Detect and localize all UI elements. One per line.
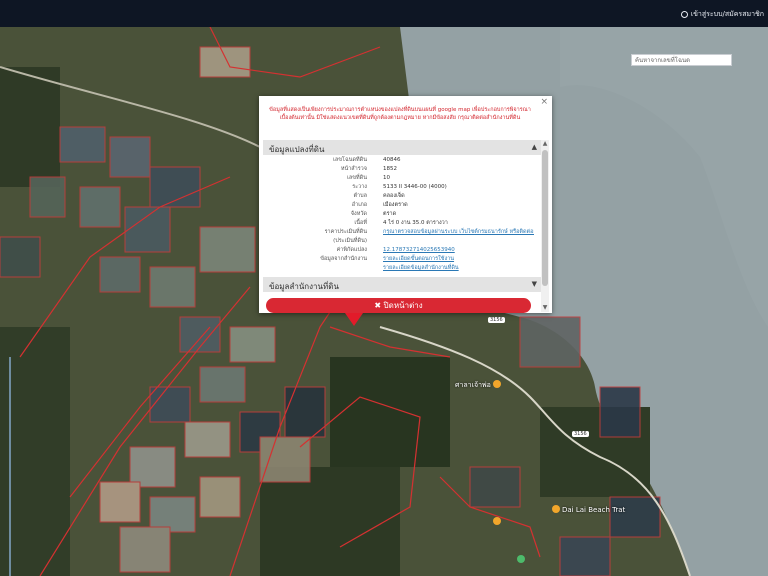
detail-label: เลขที่ดิน [347,175,367,181]
popup-pointer-icon [345,313,363,326]
detail-label: เนื้อที่ [354,220,367,226]
detail-label: เลขโฉนดที่ดิน [333,157,367,163]
detail-row: เนื้อที่ 4 ไร่ 0 งาน 35.0 ตารางวา [259,219,534,227]
detail-row: จังหวัด ตราด [259,210,534,218]
detail-value: ตราด [383,211,397,217]
user-icon [680,11,688,18]
scroll-thumb[interactable] [542,150,548,286]
coordinates-link[interactable]: 12.178732714025653940 [383,246,455,254]
top-navigation-bar: เข้าสู่ระบบ/สมัครสมาชิก [0,0,768,27]
section-parcel-info[interactable]: ข้อมูลแปลงที่ดิน ▲ [263,140,543,155]
detail-label: ตำบล [353,193,367,199]
detail-row: หน้าสำรวจ 1852 [259,165,534,173]
detail-row: รายละเอียดข้อมูลสำนักงานที่ดิน [259,264,534,272]
detail-label: อำเภอ [351,202,367,208]
detail-row: ค่าพิกัดแปลง 12.178732714025653940 [259,246,534,254]
detail-value: คลองเจ็ด [383,193,405,199]
detail-row: (ประเมินที่ดิน) [259,237,534,245]
detail-value: 40846 [383,157,401,163]
map-pin-icon[interactable] [517,555,525,563]
detail-value: 1852 [383,166,397,172]
road-number-badge: 3156 [572,431,589,437]
detail-label: จังหวัด [350,211,367,217]
section-title: ข้อมูลแปลงที่ดิน [269,145,325,154]
map-pin-icon[interactable] [493,380,501,388]
close-icon[interactable]: × [540,97,548,107]
detail-row: อำเภอ เมืองตราด [259,201,534,209]
parcel-details-list: เลขโฉนดที่ดิน 40846 หน้าสำรวจ 1852 เลขที… [259,156,534,275]
scroll-down-arrow-icon[interactable]: ▼ [541,304,549,312]
detail-value: เมืองตราด [383,202,408,208]
detail-value: 4 ไร่ 0 งาน 35.0 ตารางวา [383,220,448,226]
scroll-up-arrow-icon[interactable]: ▲ [541,140,549,148]
parcel-search-input[interactable] [631,54,732,66]
office-info-link[interactable]: รายละเอียดข้อมูลสำนักงานที่ดิน [383,264,459,272]
login-register-link[interactable]: เข้าสู่ระบบ/สมัครสมาชิก [680,9,764,20]
usage-steps-link[interactable]: รายละเอียดขั้นตอนการใช้งาน [383,255,454,263]
poi-label: Dai Lai Beach Trat [562,506,626,514]
chevron-down-icon: ▼ [531,280,537,288]
appraisal-link[interactable]: กรุณาตรวจสอบข้อมูลผ่านระบบ เว็บไซต์กรมธน… [383,228,534,236]
detail-row: ข้อมูลจากสำนักงาน รายละเอียดขั้นตอนการใช… [259,255,534,263]
road-number-badge: 3156 [488,317,505,323]
disclaimer-notice: ข้อมูลที่แสดงเป็นเพียงการประมาณการตำแหน่… [269,107,531,121]
detail-row: ราคาประเมินที่ดิน กรุณาตรวจสอบข้อมูลผ่าน… [259,228,534,236]
detail-label: ราคาประเมินที่ดิน [324,229,367,235]
detail-row: เลขที่ดิน 10 [259,174,534,182]
detail-label: ข้อมูลจากสำนักงาน [320,256,367,262]
detail-value: 5133 II 3446-00 (4000) [383,184,447,190]
map-pin-icon[interactable] [552,505,560,513]
detail-label: หน้าสำรวจ [340,166,367,172]
popup-scrollbar[interactable]: ▲ ▼ [541,140,549,312]
close-window-button[interactable]: ✖ ปิดหน้าต่าง [266,298,531,313]
section-land-office[interactable]: ข้อมูลสำนักงานที่ดิน ▼ [263,277,543,292]
detail-row: ตำบล คลองเจ็ด [259,192,534,200]
chevron-up-icon: ▲ [531,143,537,151]
poi-label: ศาลาเจ้าพ่อ [455,381,491,389]
detail-value: 10 [383,175,390,181]
detail-label: ค่าพิกัดแปลง [336,247,367,253]
map-pin-icon[interactable] [493,517,501,525]
login-register-label: เข้าสู่ระบบ/สมัครสมาชิก [690,10,764,18]
detail-row: ระวาง 5133 II 3446-00 (4000) [259,183,534,191]
detail-row: เลขโฉนดที่ดิน 40846 [259,156,534,164]
section-title: ข้อมูลสำนักงานที่ดิน [269,282,339,291]
detail-label: ระวาง [352,184,367,190]
detail-label: (ประเมินที่ดิน) [333,238,367,244]
